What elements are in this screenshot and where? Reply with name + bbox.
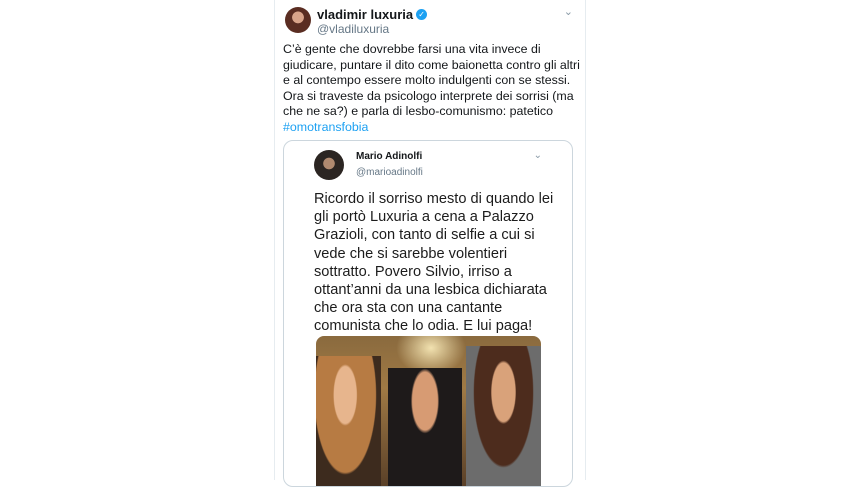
quoted-author-handle[interactable]: @marioadinolfi [356, 167, 423, 178]
tweet-card: vladimir luxuria ✓ @vladiluxuria ⌄ C’è g… [274, 0, 586, 487]
tweet-body: C’è gente che dovrebbe farsi una vita in… [283, 42, 580, 118]
quoted-author-name[interactable]: Mario Adinolfi [356, 151, 422, 162]
avatar[interactable] [285, 7, 311, 33]
quoted-tweet-text: Ricordo il sorriso mesto di quando lei g… [314, 191, 554, 335]
photo-person-right [466, 346, 541, 486]
chevron-down-icon[interactable]: ⌄ [564, 5, 573, 18]
tweet-text: C’è gente che dovrebbe farsi una vita in… [283, 42, 583, 135]
quoted-tweet[interactable]: Mario Adinolfi @marioadinolfi ⌄ Ricordo … [283, 140, 573, 487]
hashtag-link[interactable]: #omotransfobia [283, 120, 368, 134]
photo-person-left [316, 356, 381, 486]
author-name[interactable]: vladimir luxuria [317, 7, 413, 22]
author-row: vladimir luxuria ✓ [317, 7, 428, 22]
photo-person-center [388, 368, 462, 486]
chevron-down-icon[interactable]: ⌄ [534, 150, 542, 161]
verified-badge-icon: ✓ [416, 9, 428, 20]
quoted-avatar[interactable] [314, 150, 344, 180]
quoted-photo[interactable] [316, 336, 541, 486]
author-handle[interactable]: @vladiluxuria [317, 22, 389, 36]
